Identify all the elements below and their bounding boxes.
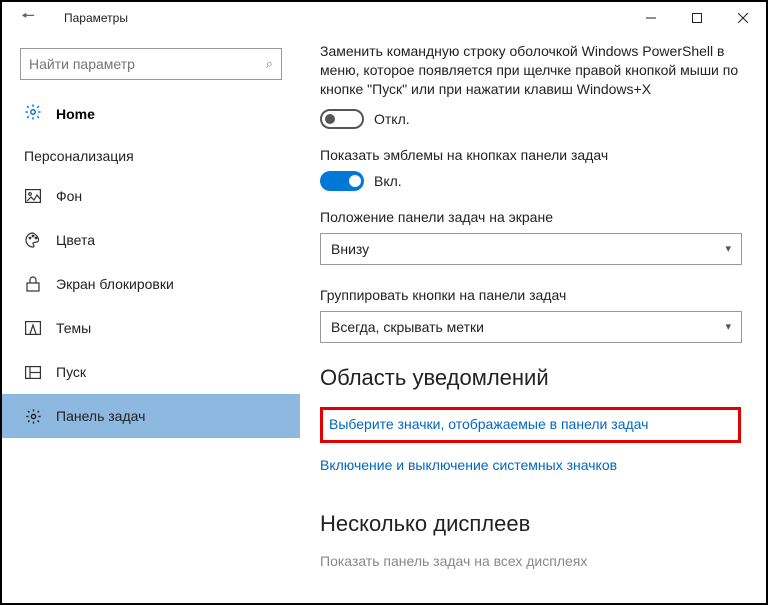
sidebar-item-lockscreen[interactable]: Экран блокировки bbox=[2, 262, 300, 306]
badges-label: Показать эмблемы на кнопках панели задач bbox=[320, 147, 742, 163]
content-area: ⌕ Home Персонализация Фон Цвета bbox=[2, 34, 766, 603]
sidebar-item-label: Панель задач bbox=[56, 408, 145, 424]
palette-icon bbox=[24, 232, 42, 248]
gear-icon bbox=[24, 103, 42, 126]
sidebar-item-colors[interactable]: Цвета bbox=[2, 218, 300, 262]
title-bar: 🠔 Параметры bbox=[2, 2, 766, 34]
title-bar-left: 🠔 Параметры bbox=[6, 2, 128, 34]
dropdown-group[interactable]: Всегда, скрывать метки ▾ bbox=[320, 311, 742, 343]
minimize-button[interactable] bbox=[628, 2, 674, 34]
dropdown-value: Всегда, скрывать метки bbox=[331, 319, 484, 335]
maximize-button[interactable] bbox=[674, 2, 720, 34]
section-notifications-header: Область уведомлений bbox=[320, 365, 742, 391]
toggle-label: Откл. bbox=[374, 111, 410, 127]
position-label: Положение панели задач на экране bbox=[320, 209, 742, 225]
toggle-label: Вкл. bbox=[374, 173, 402, 189]
search-box[interactable]: ⌕ bbox=[20, 48, 282, 80]
close-icon bbox=[738, 13, 748, 23]
toggle-row-badges: Вкл. bbox=[320, 171, 742, 191]
sidebar-item-background[interactable]: Фон bbox=[2, 174, 300, 218]
section-multi-header: Несколько дисплеев bbox=[320, 511, 742, 537]
sidebar-item-taskbar[interactable]: Панель задач bbox=[2, 394, 300, 438]
sidebar-item-label: Пуск bbox=[56, 364, 86, 380]
picture-icon bbox=[24, 189, 42, 203]
group-label: Группировать кнопки на панели задач bbox=[320, 287, 742, 303]
maximize-icon bbox=[692, 13, 702, 23]
gear-icon bbox=[24, 408, 42, 425]
chevron-down-icon: ▾ bbox=[725, 320, 731, 333]
toggle-powershell[interactable] bbox=[320, 109, 364, 129]
search-icon: ⌕ bbox=[266, 56, 273, 72]
back-button[interactable]: 🠔 bbox=[6, 2, 50, 34]
sidebar: ⌕ Home Персонализация Фон Цвета bbox=[2, 34, 300, 603]
dropdown-value: Внизу bbox=[331, 241, 369, 257]
sidebar-item-label: Темы bbox=[56, 320, 91, 336]
category-header: Персонализация bbox=[2, 134, 300, 174]
search-input[interactable] bbox=[29, 56, 266, 72]
sidebar-item-start[interactable]: Пуск bbox=[2, 350, 300, 394]
sidebar-item-themes[interactable]: Темы bbox=[2, 306, 300, 350]
toggle-row-powershell: Откл. bbox=[320, 109, 742, 129]
minimize-icon bbox=[646, 13, 656, 23]
start-icon bbox=[24, 366, 42, 379]
sidebar-item-label: Экран блокировки bbox=[56, 276, 174, 292]
close-button[interactable] bbox=[720, 2, 766, 34]
link-select-icons[interactable]: Выберите значки, отображаемые в панели з… bbox=[329, 416, 648, 432]
toggle-badges[interactable] bbox=[320, 171, 364, 191]
settings-window: 🠔 Параметры ⌕ Home bbox=[0, 0, 768, 605]
chevron-down-icon: ▾ bbox=[725, 242, 731, 255]
sidebar-item-label: Фон bbox=[56, 188, 82, 204]
home-nav[interactable]: Home bbox=[2, 94, 300, 134]
main-panel: Заменить командную строку оболочкой Wind… bbox=[300, 34, 766, 603]
window-title: Параметры bbox=[64, 11, 128, 25]
window-controls bbox=[628, 2, 766, 34]
powershell-description: Заменить командную строку оболочкой Wind… bbox=[320, 42, 742, 99]
highlighted-link-box: Выберите значки, отображаемые в панели з… bbox=[320, 407, 741, 443]
themes-icon bbox=[24, 321, 42, 335]
link-system-icons[interactable]: Включение и выключение системных значков bbox=[320, 457, 617, 473]
lock-icon bbox=[24, 276, 42, 292]
multi-desc: Показать панель задач на всех дисплеях bbox=[320, 553, 742, 569]
dropdown-position[interactable]: Внизу ▾ bbox=[320, 233, 742, 265]
home-label: Home bbox=[56, 106, 95, 122]
sidebar-item-label: Цвета bbox=[56, 232, 95, 248]
